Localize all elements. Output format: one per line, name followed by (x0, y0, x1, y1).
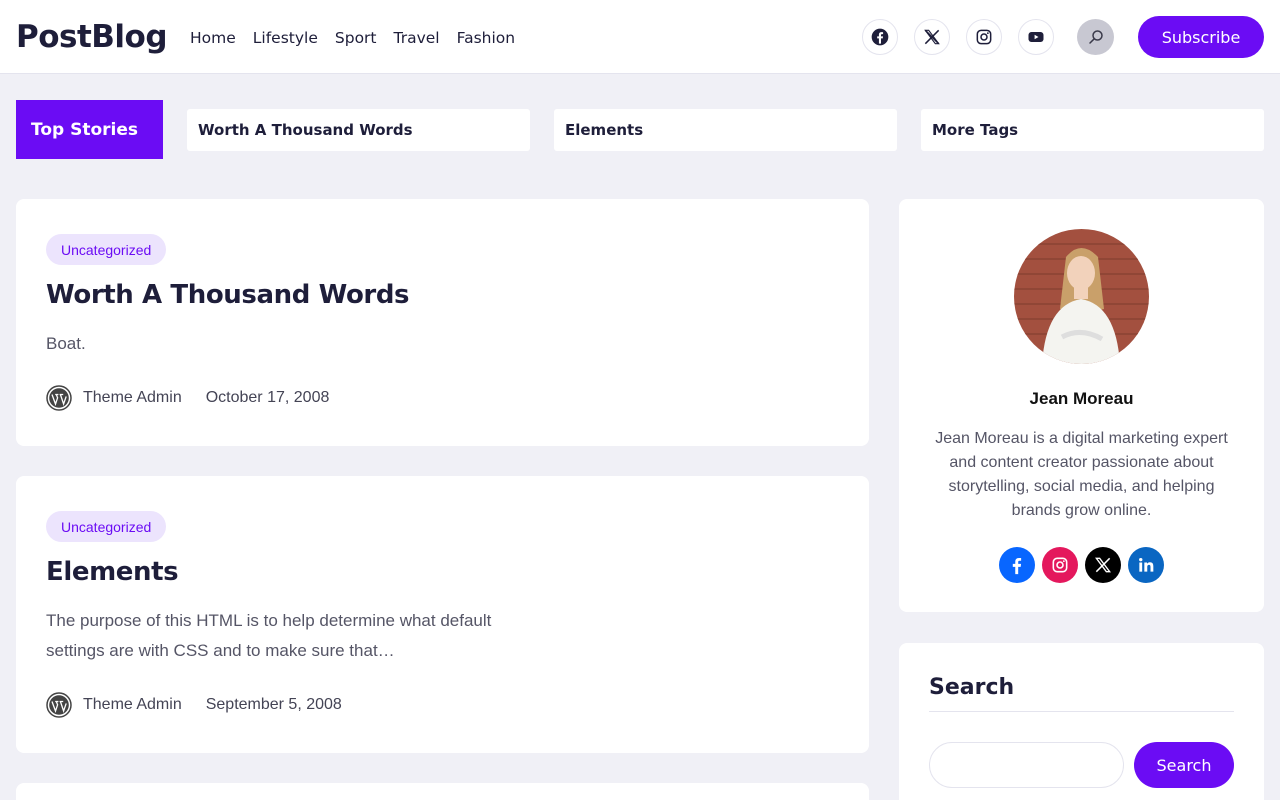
profile-name: Jean Moreau (1029, 389, 1134, 408)
post-title[interactable]: Elements (46, 557, 179, 587)
post-author[interactable]: Theme Admin (83, 389, 182, 407)
nav-item-home[interactable]: Home (190, 26, 236, 50)
post-date[interactable]: October 17, 2008 (206, 389, 330, 407)
instagram-icon[interactable] (966, 19, 1002, 55)
post-title[interactable]: Worth A Thousand Words (46, 280, 410, 310)
facebook-icon[interactable] (862, 19, 898, 55)
instagram-icon[interactable] (1042, 547, 1078, 583)
nav-item-travel[interactable]: Travel (394, 26, 440, 50)
avatar (1014, 229, 1149, 364)
youtube-icon[interactable] (1018, 19, 1054, 55)
x-icon[interactable] (914, 19, 950, 55)
top-story-tag-more-tags[interactable]: More Tags (921, 109, 1264, 151)
author-profile-card: Jean Moreau Jean Moreau is a digital mar… (899, 199, 1264, 612)
category-badge[interactable]: Uncategorized (46, 234, 167, 265)
x-icon[interactable] (1085, 547, 1121, 583)
search-input[interactable] (929, 742, 1124, 788)
top-story-tag-worth-a-thousand-words[interactable]: Worth A Thousand Words (187, 109, 530, 151)
divider (929, 711, 1234, 712)
nav-item-sport[interactable]: Sport (335, 26, 377, 50)
search-submit-button[interactable]: Search (1134, 742, 1234, 788)
nav-item-fashion[interactable]: Fashion (457, 26, 516, 50)
top-story-tag-elements[interactable]: Elements (554, 109, 897, 151)
wordpress-avatar-icon (46, 385, 72, 411)
post-author[interactable]: Theme Admin (83, 696, 182, 714)
facebook-icon[interactable] (999, 547, 1035, 583)
search-widget-title: Search (929, 675, 1015, 700)
header-social-links (862, 19, 1054, 55)
wordpress-avatar-icon (46, 692, 72, 718)
search-widget: Search Search (899, 643, 1264, 800)
post-date[interactable]: September 5, 2008 (206, 696, 342, 714)
post-meta: Theme Admin September 5, 2008 (46, 692, 342, 718)
post-meta: Theme Admin October 17, 2008 (46, 385, 329, 411)
subscribe-button[interactable]: Subscribe (1138, 16, 1264, 58)
site-logo[interactable]: PostBlog (16, 16, 168, 58)
profile-bio: Jean Moreau is a digital marketing exper… (935, 430, 1228, 519)
post-card: Uncategorized Worth A Thousand Words Boa… (16, 199, 869, 446)
post-excerpt: The purpose of this HTML is to help dete… (46, 611, 492, 660)
category-badge[interactable]: Uncategorized (46, 511, 167, 542)
site-header: PostBlog Home Lifestyle Sport Travel Fas… (0, 0, 1280, 74)
search-icon[interactable] (1077, 19, 1114, 55)
post-excerpt: Boat. (46, 334, 86, 353)
linkedin-icon[interactable] (1128, 547, 1164, 583)
main-nav: Home Lifestyle Sport Travel Fashion (190, 26, 532, 50)
post-card (16, 783, 869, 800)
post-card: Uncategorized Elements The purpose of th… (16, 476, 869, 753)
nav-item-lifestyle[interactable]: Lifestyle (253, 26, 318, 50)
profile-social-links (999, 547, 1164, 583)
top-stories-label: Top Stories (16, 100, 163, 159)
